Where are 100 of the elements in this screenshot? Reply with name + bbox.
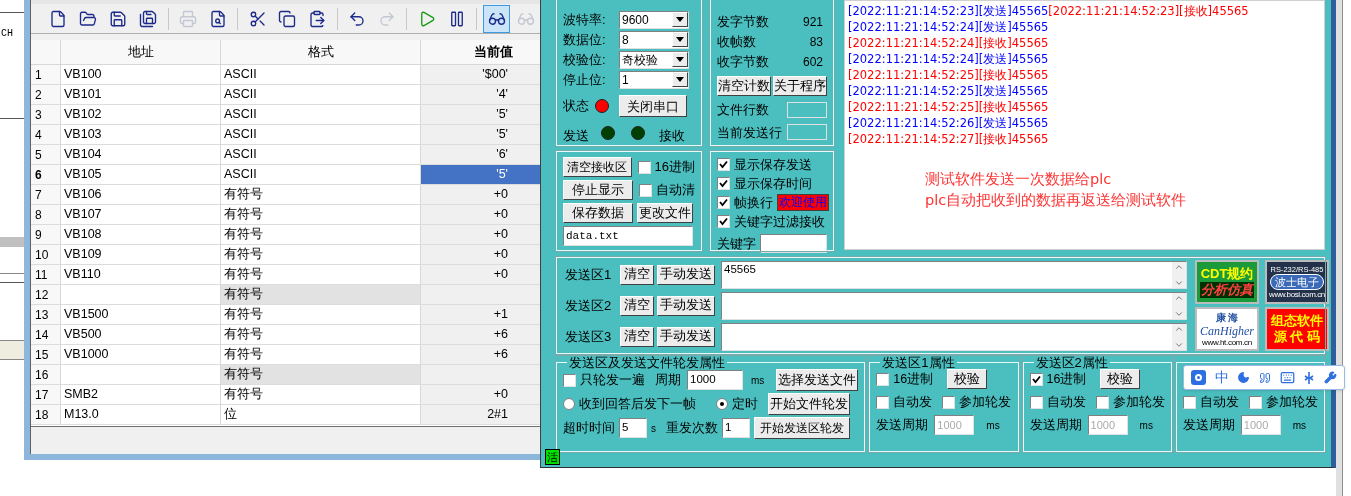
wrench-icon[interactable] <box>1323 371 1337 384</box>
table-cell[interactable]: +0 <box>421 385 540 404</box>
dropdown[interactable]: 9600 <box>619 10 689 29</box>
row-number: 17 <box>31 385 61 404</box>
button[interactable]: 清空 <box>620 295 654 316</box>
column-header[interactable]: 地址 <box>61 40 221 64</box>
table-cell[interactable]: +1 <box>421 305 540 324</box>
scrollbar[interactable] <box>1172 261 1186 288</box>
label: s <box>651 421 656 436</box>
moon-icon[interactable] <box>1237 371 1251 384</box>
table-cell[interactable]: +0 <box>421 185 540 204</box>
checkbox[interactable] <box>637 160 651 174</box>
input-field[interactable]: 1000 <box>687 370 743 390</box>
send-text-field[interactable] <box>721 322 1187 351</box>
row-number: 2 <box>31 85 61 104</box>
dropdown[interactable]: 1 <box>619 70 689 89</box>
button[interactable]: 手动发送 <box>657 264 715 285</box>
checkbox[interactable] <box>876 372 890 386</box>
toolbar-button[interactable] <box>483 4 510 33</box>
logo-text: 源 代 码 <box>1273 329 1321 345</box>
checkbox[interactable] <box>717 177 730 190</box>
button[interactable]: 开始发送区轮发 <box>754 417 850 439</box>
table-cell[interactable] <box>421 365 540 384</box>
log-entry: [2022:11:21:14:52:23][发送]45565 <box>848 3 1049 19</box>
button[interactable]: 清空 <box>620 326 654 347</box>
logo-banner[interactable]: 康 海 CanHigher www.ht.com.cn <box>1195 307 1259 351</box>
logo-banner[interactable]: CDT规约 分析仿真 <box>1195 260 1259 304</box>
scrollbar[interactable] <box>1172 323 1186 350</box>
column-header[interactable]: 当前值 <box>421 40 540 64</box>
label: 收到回答后发下一帧 <box>579 395 696 413</box>
table-cell: 有符号 <box>221 285 421 304</box>
caret-icon <box>676 77 684 82</box>
button[interactable]: 更改文件 <box>637 203 693 223</box>
table-cell[interactable]: +6 <box>421 345 540 364</box>
row-number: 3 <box>31 105 61 124</box>
checkbox[interactable] <box>1182 395 1196 409</box>
button[interactable]: 手动发送 <box>657 326 715 347</box>
dropdown[interactable]: 奇校验 <box>619 50 689 69</box>
row-number: 1 <box>31 65 61 84</box>
table-cell[interactable]: '4' <box>421 85 540 104</box>
table-cell[interactable]: 2#1 <box>421 405 540 424</box>
table-cell[interactable]: '5' <box>421 165 540 184</box>
checkbox[interactable] <box>717 215 730 228</box>
input-field[interactable]: 1 <box>722 418 750 438</box>
scrollbar[interactable] <box>1172 292 1186 319</box>
table-cell[interactable]: '$00' <box>421 65 540 84</box>
table-cell[interactable] <box>421 285 540 304</box>
checkbox[interactable] <box>1029 372 1043 386</box>
keyboard-icon[interactable] <box>1279 370 1295 385</box>
group-title: 发送区2属性 <box>1034 356 1109 369</box>
column-header[interactable]: 格式 <box>221 40 421 64</box>
button[interactable]: 关于程序 <box>773 76 827 96</box>
dropdown[interactable]: 8 <box>619 30 689 49</box>
send-text-field[interactable] <box>721 291 1187 320</box>
checkbox[interactable] <box>563 373 576 387</box>
button[interactable]: 保存数据 <box>563 203 633 223</box>
table-cell[interactable]: +0 <box>421 205 540 224</box>
button[interactable]: 清空 <box>620 264 654 285</box>
button[interactable]: 清空计数 <box>717 76 771 96</box>
input-field[interactable]: 5 <box>619 418 647 438</box>
button[interactable]: 清空接收区 <box>563 157 632 177</box>
log-entry: [2022:11:21:14:52:25][发送]45565 <box>848 83 1049 99</box>
table-cell[interactable]: +0 <box>421 245 540 264</box>
quote-icon[interactable] <box>1258 371 1271 384</box>
button[interactable]: 选择发送文件 <box>776 369 859 391</box>
search-icon[interactable] <box>1191 370 1207 385</box>
button[interactable]: 校验 <box>1100 369 1141 389</box>
logo-text: 康 海 <box>1215 311 1239 324</box>
file-name-field[interactable]: data.txt <box>563 226 693 246</box>
caret-icon <box>676 17 684 22</box>
button[interactable]: 校验 <box>947 369 988 389</box>
checkbox[interactable] <box>639 183 652 197</box>
checkbox[interactable] <box>942 395 956 409</box>
button[interactable]: 关闭串口 <box>619 95 687 117</box>
label: ms <box>1139 418 1153 433</box>
table-cell[interactable]: '5' <box>421 125 540 144</box>
table-cell[interactable]: +6 <box>421 325 540 344</box>
radio-button[interactable] <box>563 398 575 410</box>
label: 发字节数 <box>717 13 769 32</box>
table-cell[interactable]: '6' <box>421 145 540 164</box>
status-badge: 活 <box>545 449 560 465</box>
keyword-field[interactable] <box>760 234 827 254</box>
readout-field <box>787 124 827 141</box>
button[interactable]: 停止显示 <box>563 180 633 200</box>
checkbox[interactable] <box>876 395 890 409</box>
button[interactable]: 手动发送 <box>657 295 715 316</box>
checkbox[interactable] <box>717 196 730 209</box>
send-text-field[interactable]: 45565 <box>721 260 1187 289</box>
logo-banner[interactable]: 组态软件 源 代 码 <box>1265 307 1329 351</box>
table-cell[interactable]: +0 <box>421 225 540 244</box>
row-number: 7 <box>31 185 61 204</box>
table-cell[interactable]: '5' <box>421 105 540 124</box>
checkbox[interactable] <box>1095 395 1109 409</box>
radio-button[interactable] <box>716 398 728 410</box>
button[interactable]: 开始文件轮发 <box>768 393 850 415</box>
checkbox[interactable] <box>717 158 730 171</box>
checkbox-label: 关键字过滤接收 <box>734 212 825 231</box>
table-cell[interactable]: +0 <box>421 265 540 284</box>
checkbox[interactable] <box>1029 395 1043 409</box>
checkbox[interactable] <box>1248 395 1262 409</box>
